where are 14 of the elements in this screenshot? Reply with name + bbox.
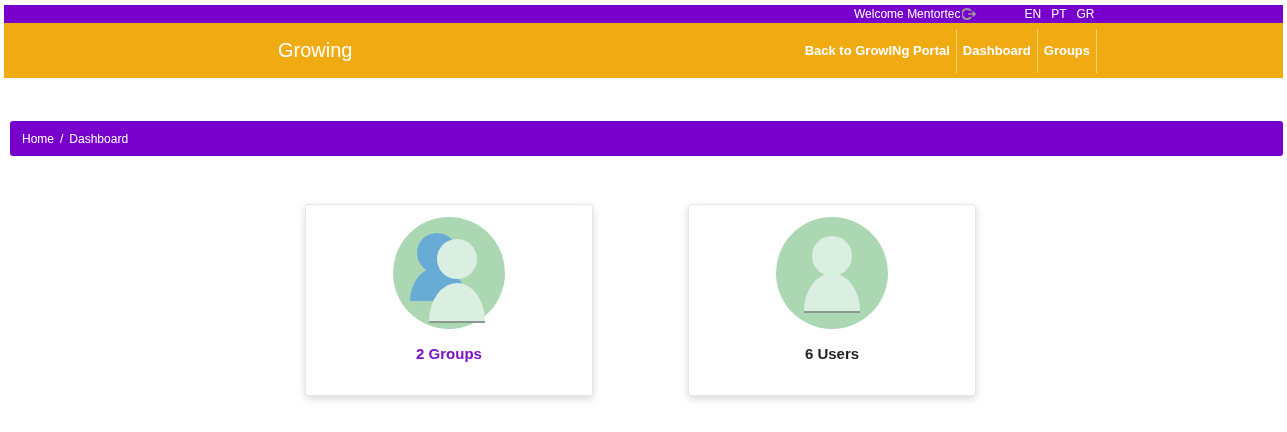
user-icon (776, 217, 888, 329)
language-link[interactable]: GR (1076, 7, 1095, 21)
group-icon (393, 217, 505, 329)
card[interactable]: 2 Groups (305, 204, 593, 396)
breadcrumb-separator: / (60, 131, 64, 146)
breadcrumb-link[interactable]: Home (22, 131, 54, 146)
card-label: 6 Users (804, 345, 860, 362)
language-link[interactable]: EN (1024, 7, 1042, 21)
welcome-text: Welcome Mentortec (854, 7, 961, 21)
card[interactable]: 6 Users (688, 204, 976, 396)
breadcrumb-link[interactable]: Dashboard (69, 131, 129, 146)
language-link[interactable]: PT (1051, 7, 1067, 21)
logout-icon[interactable] (962, 8, 977, 20)
card-label: 2 Groups (416, 345, 482, 362)
